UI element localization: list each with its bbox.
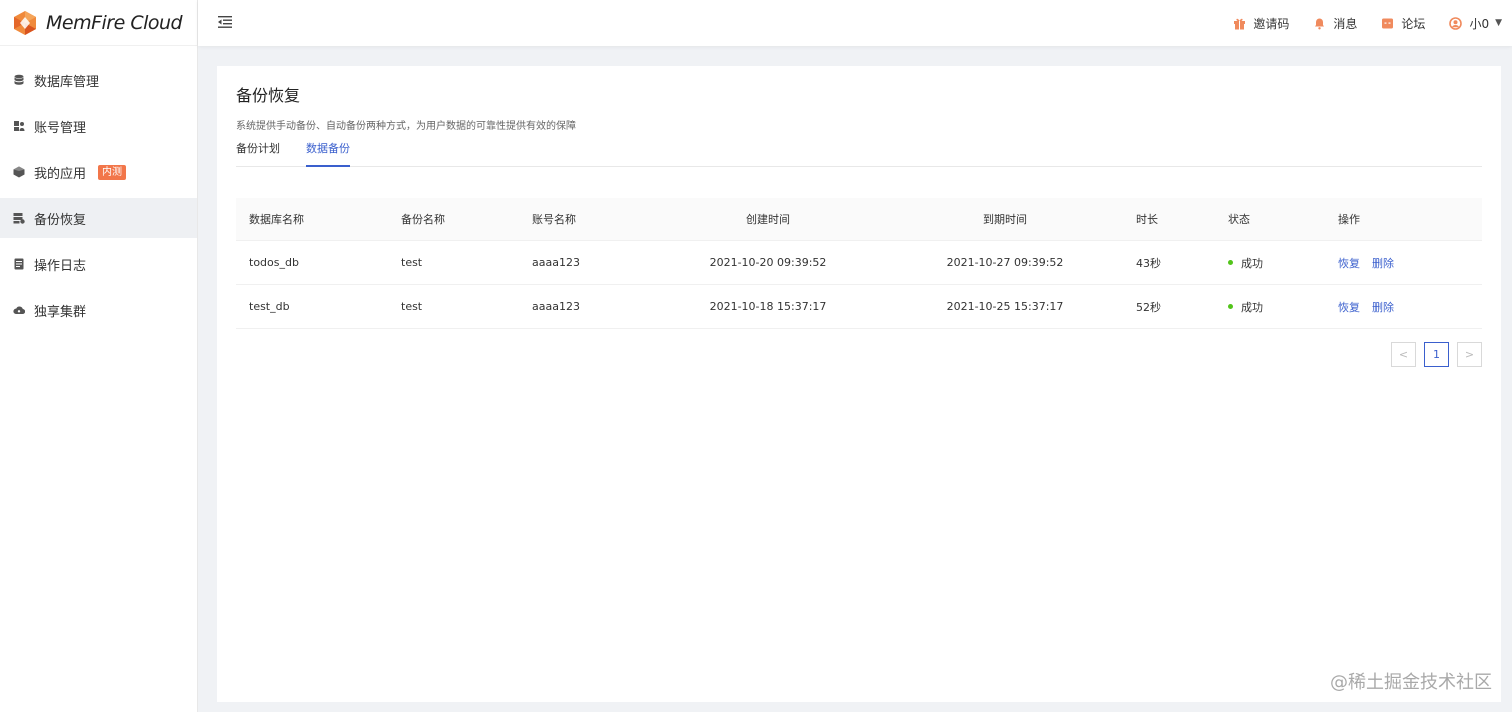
forum-link[interactable]: 论坛 xyxy=(1381,15,1425,32)
backup-name-cell: test xyxy=(401,256,423,269)
delete-button[interactable]: 删除 xyxy=(1372,299,1394,315)
user-menu[interactable]: 小0 ▼ xyxy=(1449,15,1502,32)
invite-code-link[interactable]: 邀请码 xyxy=(1233,15,1289,32)
prev-page-button[interactable]: < xyxy=(1391,342,1416,367)
sidebar-item-label: 账号管理 xyxy=(34,120,87,136)
duration-cell: 43秒 xyxy=(1136,256,1161,270)
column-header: 数据库名称 xyxy=(249,213,304,226)
gift-icon xyxy=(1234,18,1246,29)
table-row: todos_db test aaaa123 2021-10-20 09:39:5… xyxy=(236,241,1482,285)
sidebar-item-logs[interactable]: 操作日志 xyxy=(0,244,197,284)
actions-cell: 恢复 删除 xyxy=(1338,299,1406,315)
backup-restore-card: 备份恢复 系统提供手动备份、自动备份两种方式，为用户数据的可靠性提供有效的保障 … xyxy=(217,66,1501,702)
logo[interactable]: MemFire Cloud xyxy=(0,0,197,46)
backup-name-cell: test xyxy=(401,300,423,313)
sidebar-menu: 数据库管理 账号管理 我的应用 内测 备份恢复 操作日志 独享集群 xyxy=(0,60,197,330)
backup-icon xyxy=(13,212,25,224)
created-time-cell: 2021-10-20 09:39:52 xyxy=(709,256,827,269)
column-header: 到期时间 xyxy=(983,213,1027,226)
sidebar-item-label: 备份恢复 xyxy=(34,212,87,228)
invite-code-label: 邀请码 xyxy=(1253,16,1290,31)
status-dot-icon xyxy=(1228,260,1233,265)
sidebar-item-label: 我的应用 xyxy=(34,166,87,182)
expire-time-cell: 2021-10-27 09:39:52 xyxy=(946,256,1064,269)
page-1-button[interactable]: 1 xyxy=(1424,342,1449,367)
forum-label: 论坛 xyxy=(1401,16,1426,31)
forum-icon xyxy=(1382,18,1394,28)
delete-button[interactable]: 删除 xyxy=(1372,255,1394,271)
users-icon xyxy=(13,120,25,132)
tab-data-backup[interactable]: 数据备份 xyxy=(306,140,350,167)
expire-time-cell: 2021-10-25 15:37:17 xyxy=(946,300,1064,313)
watermark: @稀土掘金技术社区 xyxy=(1330,672,1492,693)
sidebar-item-cluster[interactable]: 独享集群 xyxy=(0,290,197,330)
status-text: 成功 xyxy=(1241,300,1263,314)
next-page-button[interactable]: > xyxy=(1457,342,1482,367)
cloud-icon xyxy=(13,304,25,316)
page-title: 备份恢复 xyxy=(236,86,301,105)
column-header: 时长 xyxy=(1136,213,1158,226)
tabs: 备份计划 数据备份 xyxy=(236,140,1482,167)
status-dot-icon xyxy=(1228,304,1233,309)
pagination: < 1 > xyxy=(1383,342,1482,367)
sidebar: MemFire Cloud 数据库管理 账号管理 我的应用 内测 备份恢复 操作… xyxy=(0,0,198,712)
column-header: 状态 xyxy=(1228,213,1250,226)
db-name-cell: todos_db xyxy=(249,256,299,269)
account-name-cell: aaaa123 xyxy=(532,300,580,313)
column-header: 操作 xyxy=(1338,213,1360,226)
sidebar-item-label: 独享集群 xyxy=(34,304,87,320)
sidebar-item-label: 操作日志 xyxy=(34,258,87,274)
page-description: 系统提供手动备份、自动备份两种方式，为用户数据的可靠性提供有效的保障 xyxy=(236,121,576,132)
column-header: 账号名称 xyxy=(532,213,576,226)
table-header: 数据库名称 备份名称 账号名称 创建时间 到期时间 时长 状态 操作 xyxy=(236,198,1482,241)
status-cell: 成功 xyxy=(1228,299,1263,315)
bell-icon xyxy=(1315,18,1325,29)
username: 小0 xyxy=(1469,16,1490,31)
cube-icon xyxy=(13,166,25,178)
messages-label: 消息 xyxy=(1333,16,1358,31)
sidebar-item-accounts[interactable]: 账号管理 xyxy=(0,106,197,146)
account-name-cell: aaaa123 xyxy=(532,256,580,269)
sidebar-item-label: 数据库管理 xyxy=(34,74,100,90)
topbar-actions: 邀请码 消息 论坛 小0 ▼ xyxy=(1209,0,1502,46)
restore-button[interactable]: 恢复 xyxy=(1338,299,1360,315)
user-avatar-icon xyxy=(1449,16,1463,30)
beta-badge: 内测 xyxy=(98,164,127,180)
duration-cell: 52秒 xyxy=(1136,300,1161,314)
actions-cell: 恢复 删除 xyxy=(1338,255,1406,271)
messages-link[interactable]: 消息 xyxy=(1313,15,1357,32)
created-time-cell: 2021-10-18 15:37:17 xyxy=(709,300,827,313)
db-name-cell: test_db xyxy=(249,300,290,313)
column-header: 备份名称 xyxy=(401,213,445,226)
document-icon xyxy=(13,258,25,270)
status-text: 成功 xyxy=(1241,256,1263,270)
sidebar-item-my-apps[interactable]: 我的应用 内测 xyxy=(0,152,197,192)
sidebar-item-database[interactable]: 数据库管理 xyxy=(0,60,197,100)
table-row: test_db test aaaa123 2021-10-18 15:37:17… xyxy=(236,285,1482,329)
database-icon xyxy=(13,74,25,86)
topbar: 邀请码 消息 论坛 小0 ▼ xyxy=(198,0,1512,46)
status-cell: 成功 xyxy=(1228,255,1263,271)
menu-collapse-icon[interactable] xyxy=(217,14,233,30)
tab-backup-plan[interactable]: 备份计划 xyxy=(236,140,280,167)
backup-table: 数据库名称 备份名称 账号名称 创建时间 到期时间 时长 状态 操作 todos… xyxy=(236,198,1482,329)
sidebar-item-backup[interactable]: 备份恢复 xyxy=(0,198,197,238)
chevron-down-icon: ▼ xyxy=(1495,18,1502,28)
restore-button[interactable]: 恢复 xyxy=(1338,255,1360,271)
column-header: 创建时间 xyxy=(746,213,790,226)
app-name: MemFire Cloud xyxy=(46,11,183,34)
memfire-logo-icon xyxy=(14,10,36,35)
